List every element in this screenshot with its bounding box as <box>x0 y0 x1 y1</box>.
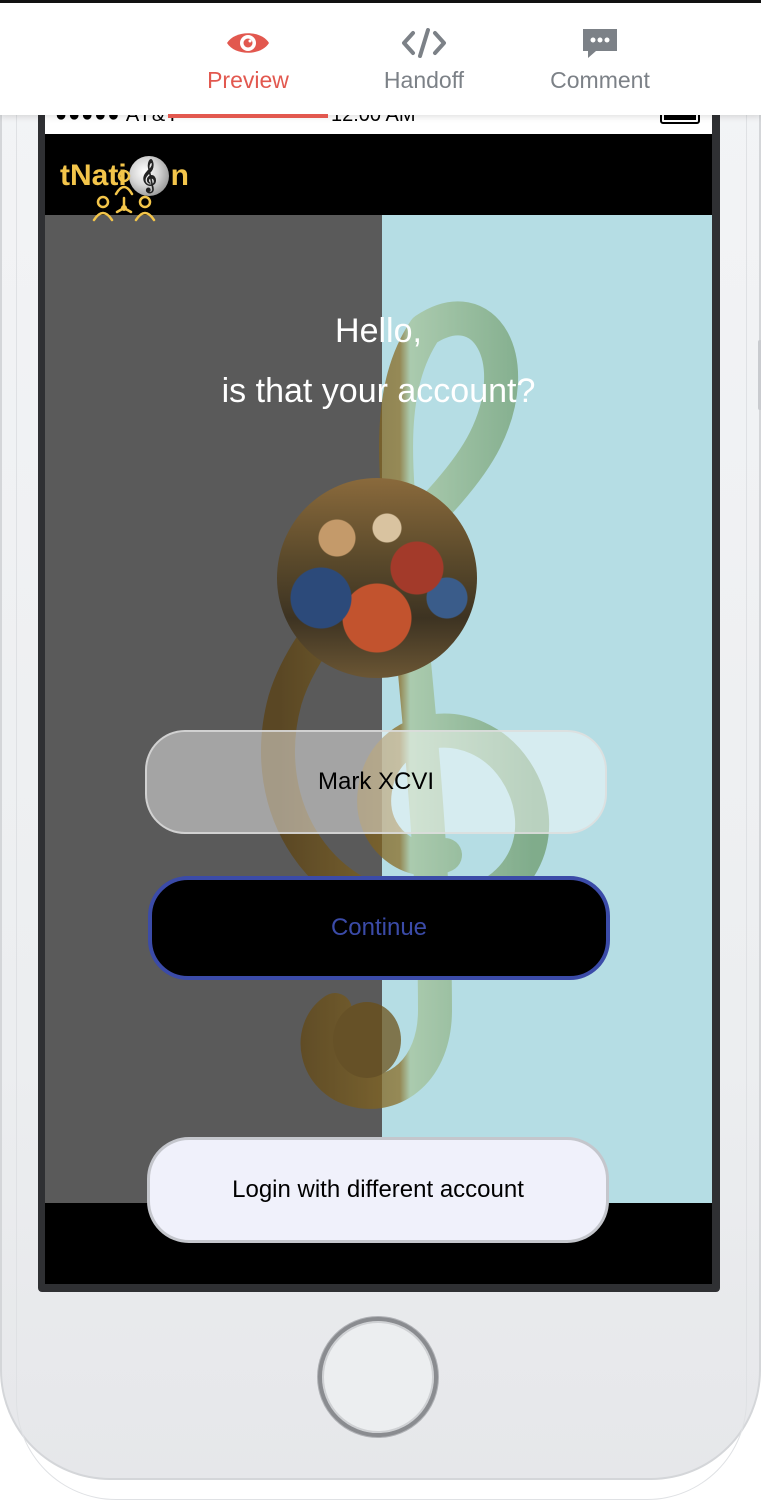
app-screen: ●●●●● AT&T 12:00 AM tNati 𝄞 n Hello, is … <box>45 100 712 1284</box>
tab-comment[interactable]: Comment <box>520 23 680 118</box>
avatar <box>277 478 477 678</box>
home-button <box>318 1317 438 1437</box>
account-name-field[interactable]: Mark XCVI <box>145 730 607 834</box>
people-network-icon <box>92 169 156 222</box>
logo-text-end: n <box>170 159 189 192</box>
tab-preview-label: Preview <box>207 67 289 93</box>
top-tab-bar: Preview Handoff Comment <box>0 0 761 118</box>
tab-comment-label: Comment <box>550 67 650 93</box>
eye-icon <box>168 23 328 63</box>
greeting-question: is that your account? <box>221 372 536 410</box>
tab-preview[interactable]: Preview <box>168 23 328 118</box>
tab-handoff[interactable]: Handoff <box>344 23 504 118</box>
tab-handoff-label: Handoff <box>383 67 465 93</box>
continue-button[interactable]: Continue <box>148 876 610 980</box>
login-different-account-button[interactable]: Login with different account <box>147 1137 609 1243</box>
comment-bubble-icon <box>520 23 680 63</box>
code-icon <box>344 23 504 63</box>
greeting-hello: Hello, <box>335 312 422 350</box>
